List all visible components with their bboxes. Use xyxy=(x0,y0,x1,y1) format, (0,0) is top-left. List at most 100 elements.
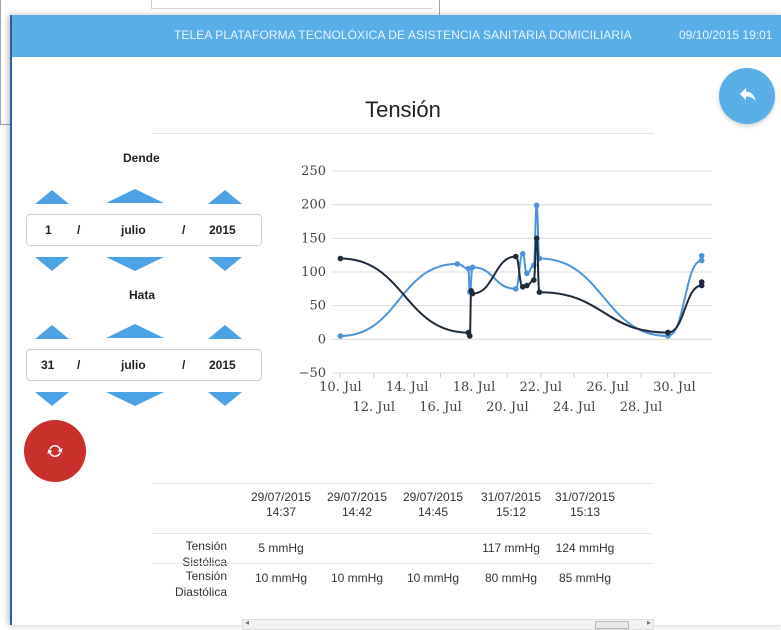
table-divider xyxy=(152,563,652,564)
from-month: julio xyxy=(121,223,146,237)
column-header-date: 31/07/2015 xyxy=(480,490,542,504)
systolic-label-2: Sistólica xyxy=(182,555,227,569)
scroll-left-icon[interactable]: ◂ xyxy=(245,618,249,627)
x-tick-label: 20. Jul xyxy=(486,400,529,415)
column-header-time: 14:42 xyxy=(341,505,373,519)
systolic-label-1: Tensión xyxy=(185,539,227,553)
y-tick-label: −50 xyxy=(299,366,326,381)
from-year-increment[interactable] xyxy=(208,190,242,204)
tension-chart: 250 200 150 100 50 0 −5010. Jul 12. Jul 14. Jul 1… xyxy=(299,164,712,415)
tension-dialog: TELEA PLATAFORMA TECNOLÓXICA DE ASISTENC… xyxy=(10,15,781,630)
to-day: 31 xyxy=(41,358,55,372)
systolic-point xyxy=(533,202,540,209)
diastolic-label-1: Tensión xyxy=(185,569,227,583)
x-tick-label: 12. Jul xyxy=(352,400,395,415)
from-sep-1: / xyxy=(77,223,81,237)
y-tick-label: 100 xyxy=(301,265,326,280)
column-header-date: 29/07/2015 xyxy=(250,490,312,504)
to-month-increment[interactable] xyxy=(106,324,164,338)
x-tick-label: 14. Jul xyxy=(386,380,429,395)
diastolic-point xyxy=(533,235,540,242)
from-label: Dende xyxy=(123,151,160,165)
to-day-increment[interactable] xyxy=(35,325,69,339)
reply-arrow-icon xyxy=(740,88,756,101)
to-sep-1: / xyxy=(77,358,81,372)
refresh-icon xyxy=(47,444,63,458)
refresh-button[interactable] xyxy=(24,420,86,482)
systolic-point xyxy=(512,286,519,292)
systolic-point xyxy=(454,261,461,267)
diastolic-point xyxy=(665,329,671,336)
x-tick-label: 24. Jul xyxy=(553,400,596,415)
table-cell: 85 mmHg xyxy=(558,571,611,585)
y-tick-label: 0 xyxy=(318,332,326,347)
column-header-time: 14:45 xyxy=(417,505,449,519)
column-header-time: 15:12 xyxy=(495,505,527,519)
x-tick-label: 18. Jul xyxy=(453,380,496,395)
app-title: TELEA PLATAFORMA TECNOLÓXICA DE ASISTENC… xyxy=(174,28,632,42)
from-month-decrement[interactable] xyxy=(106,257,164,271)
table-cell: 5 mmHg xyxy=(258,541,304,555)
to-sep-2: / xyxy=(182,358,186,372)
systolic-point xyxy=(337,333,344,339)
table-cell: 10 mmHg xyxy=(406,571,459,585)
to-year: 2015 xyxy=(209,358,236,372)
background-window-panel xyxy=(151,0,432,9)
to-month-decrement[interactable] xyxy=(106,392,164,406)
y-tick-label: 50 xyxy=(309,299,326,314)
to-label: Hata xyxy=(129,288,156,302)
x-tick-label: 28. Jul xyxy=(620,400,663,415)
table-top-border xyxy=(152,483,652,484)
systolic-point xyxy=(469,264,476,271)
from-year-decrement[interactable] xyxy=(208,257,242,271)
from-sep-2: / xyxy=(182,223,186,237)
x-tick-label: 22. Jul xyxy=(520,380,563,395)
from-year: 2015 xyxy=(209,223,236,237)
header-datetime: 09/10/2015 19:01 xyxy=(679,28,773,42)
x-tick-label: 10. Jul xyxy=(319,380,362,395)
diastolic-point xyxy=(512,253,519,260)
table-divider xyxy=(152,533,652,534)
diastolic-point xyxy=(337,255,344,262)
systolic-point xyxy=(524,270,530,277)
table-cell: 10 mmHg xyxy=(330,571,383,585)
y-tick-label: 150 xyxy=(301,231,326,246)
app-header: TELEA PLATAFORMA TECNOLÓXICA DE ASISTENC… xyxy=(12,15,781,57)
page-title: Tensión xyxy=(152,97,654,134)
from-day: 1 xyxy=(45,223,52,237)
from-date-field[interactable]: 1 / julio / 2015 xyxy=(26,214,262,246)
systolic-point xyxy=(519,251,526,257)
diastolic-label-2: Diastólica xyxy=(174,585,227,599)
to-date-field[interactable]: 31 / julio / 2015 xyxy=(26,349,262,381)
scroll-right-icon[interactable]: ▸ xyxy=(647,618,651,627)
systolic-series-line xyxy=(340,204,703,337)
table-cell: 124 mmHg xyxy=(555,541,615,555)
diastolic-point xyxy=(531,277,537,283)
from-day-increment[interactable] xyxy=(35,190,69,204)
table-cell: 10 mmHg xyxy=(254,571,307,585)
x-tick-label: 30. Jul xyxy=(653,380,696,395)
column-header-time: 14:37 xyxy=(265,505,297,519)
column-header-date: 29/07/2015 xyxy=(326,490,388,504)
to-month: julio xyxy=(121,358,146,372)
y-tick-label: 250 xyxy=(301,164,326,179)
column-header-date: 29/07/2015 xyxy=(402,490,464,504)
back-button[interactable] xyxy=(719,68,775,124)
to-year-decrement[interactable] xyxy=(208,392,242,406)
x-tick-label: 26. Jul xyxy=(586,380,629,395)
to-year-increment[interactable] xyxy=(208,325,242,339)
column-header-time: 15:13 xyxy=(569,505,601,519)
from-month-increment[interactable] xyxy=(106,189,164,203)
diastolic-point xyxy=(469,290,476,297)
scrollbar-thumb[interactable] xyxy=(595,621,629,629)
table-cell: 80 mmHg xyxy=(484,571,537,585)
y-tick-label: 200 xyxy=(301,198,326,213)
diastolic-point xyxy=(698,279,705,285)
systolic-point xyxy=(698,253,705,259)
diastolic-point xyxy=(524,282,530,289)
column-header-date: 31/07/2015 xyxy=(554,490,616,504)
from-day-decrement[interactable] xyxy=(35,257,69,271)
to-day-decrement[interactable] xyxy=(35,392,69,406)
diastolic-point xyxy=(467,333,473,339)
diastolic-point xyxy=(536,289,543,295)
